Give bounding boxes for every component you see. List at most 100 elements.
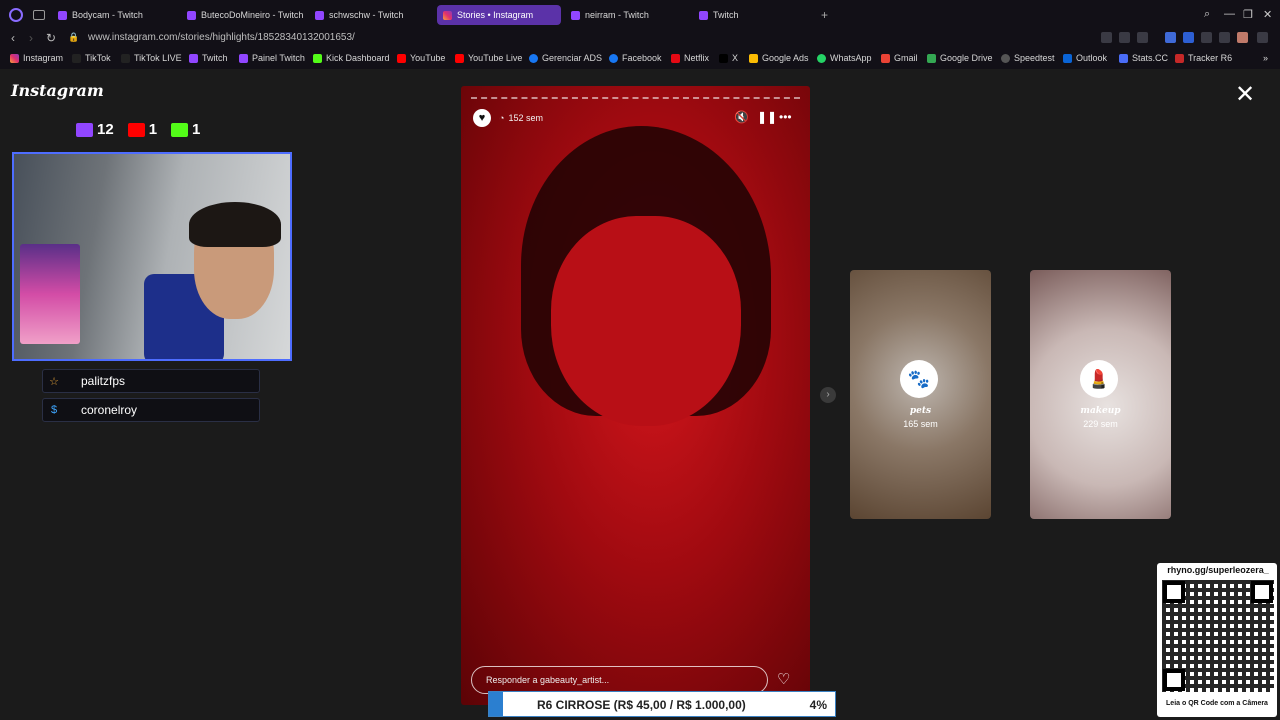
tab-bodycam[interactable]: Bodycam - Twitch — [52, 5, 178, 25]
url-field[interactable]: www.instagram.com/stories/highlights/185… — [88, 32, 355, 43]
bookmark-kick-dashboard[interactable]: Kick Dashboard — [313, 53, 390, 63]
story-avatar-icon[interactable]: ♥ — [473, 109, 491, 127]
paw-icon: 🐾 — [900, 360, 938, 398]
bookmarks-overflow-icon[interactable]: » — [1263, 53, 1268, 63]
pause-icon[interactable]: ❚❚ — [757, 110, 777, 124]
qr-finder-pattern — [1163, 669, 1185, 691]
bookmark-gerenciar-ads[interactable]: Gerenciar ADS — [529, 53, 602, 63]
bookmark-twitch[interactable]: Twitch — [189, 53, 228, 63]
twitch-icon — [315, 10, 324, 20]
menu-icon[interactable] — [1257, 32, 1268, 43]
extension-icon[interactable] — [1201, 32, 1212, 43]
goal-label: R6 CIRROSE (R$ 45,00 / R$ 1.000,00) — [537, 698, 746, 712]
qr-finder-pattern — [1251, 581, 1273, 603]
story-subject-face — [551, 216, 741, 426]
minimize-icon[interactable]: — — [1224, 8, 1235, 20]
donation-goal-bar: R6 CIRROSE (R$ 45,00 / R$ 1.000,00) 4% — [488, 691, 836, 717]
bookmark-tiktok-live[interactable]: TikTok LIVE — [121, 53, 182, 63]
badge-icon: $ — [50, 404, 58, 416]
highlight-makeup[interactable]: 💄 makeup 229 sem — [1030, 270, 1171, 519]
workspaces-icon[interactable] — [33, 9, 45, 20]
bookmark-youtube-live[interactable]: YouTube Live — [455, 53, 522, 63]
opera-logo-icon[interactable] — [9, 7, 23, 22]
close-window-icon[interactable]: ✕ — [1263, 8, 1272, 21]
profile-avatar-icon[interactable] — [1237, 32, 1248, 43]
story-viewer[interactable]: ♥ ◔ 152 sem 🔇 ❚❚ ••• Responder a gabeauty… — [461, 86, 810, 705]
google-ads-icon — [749, 53, 758, 63]
goal-percent: 4% — [809, 698, 827, 712]
mute-icon[interactable]: 🔇 — [734, 110, 749, 124]
speedtest-icon — [1001, 53, 1010, 63]
bookmark-whatsapp[interactable]: WhatsApp — [817, 53, 872, 63]
webcam-background-pc — [20, 244, 80, 344]
highlight-pets[interactable]: 🐾 pets 165 sem — [850, 270, 991, 519]
heart-icon[interactable] — [1137, 32, 1148, 43]
story-meta: ◔ 152 sem — [499, 113, 543, 123]
maximize-icon[interactable]: ❐ — [1243, 8, 1253, 21]
bookmark-google-drive[interactable]: Google Drive — [927, 53, 993, 63]
goal-progress-fill — [489, 692, 503, 716]
search-tabs-icon[interactable]: ⌕ — [1204, 8, 1210, 21]
tab-neirram[interactable]: neirram - Twitch — [565, 5, 691, 25]
chatter-row: ☆ palitzfps — [42, 369, 260, 393]
twitch-viewer-count: 12 — [76, 121, 114, 138]
twitch-icon — [76, 122, 93, 137]
google-drive-icon — [927, 53, 936, 63]
tab-twitch[interactable]: Twitch — [693, 5, 819, 25]
lock-icon[interactable]: 🔒 — [68, 32, 79, 43]
next-story-chevron-icon[interactable]: › — [820, 387, 836, 403]
twitch-icon — [571, 10, 580, 20]
bookmark-gmail[interactable]: Gmail — [881, 53, 918, 63]
twitch-icon — [58, 10, 67, 20]
tab-strip: Bodycam - Twitch ButecoDoMineiro - Twitc… — [0, 0, 1280, 29]
stats-icon — [1119, 53, 1128, 63]
tab-butecodomineiro[interactable]: ButecoDoMineiro - Twitch — [181, 5, 307, 25]
tracker-icon — [1175, 53, 1184, 63]
whatsapp-icon — [817, 53, 826, 63]
youtube-viewer-count: 1 — [127, 121, 157, 138]
bookmark-tiktok[interactable]: TikTok — [72, 53, 111, 63]
star-icon: ☆ — [49, 375, 59, 388]
bookmark-stats-cc[interactable]: Stats.CC — [1119, 53, 1168, 63]
new-tab-plus-icon[interactable]: + — [821, 8, 828, 22]
forward-icon[interactable]: › — [29, 31, 33, 45]
bookmark-youtube[interactable]: YouTube — [397, 53, 445, 63]
extension-icon[interactable] — [1183, 32, 1194, 43]
youtube-icon — [397, 53, 406, 63]
youtube-icon — [455, 53, 464, 63]
address-bar: ‹ › ↻ 🔒 www.instagram.com/stories/highli… — [0, 29, 1280, 49]
bookmark-instagram[interactable]: Instagram — [10, 53, 63, 63]
extension-icon[interactable] — [1165, 32, 1176, 43]
shield-icon[interactable] — [1119, 32, 1130, 43]
qr-finder-pattern — [1163, 581, 1185, 603]
reload-icon[interactable]: ↻ — [46, 31, 56, 45]
lipstick-icon: 💄 — [1080, 360, 1118, 398]
tiktok-icon — [72, 53, 81, 63]
webcam-streamer-hair — [189, 202, 281, 247]
kick-viewer-count: 1 — [171, 121, 200, 138]
bookmark-facebook[interactable]: Facebook — [609, 53, 662, 63]
close-stories-icon[interactable]: ✕ — [1235, 83, 1255, 107]
meta-icon — [529, 53, 538, 63]
instagram-icon — [10, 53, 19, 63]
extension-icon[interactable] — [1219, 32, 1230, 43]
snapshot-icon[interactable] — [1101, 32, 1112, 43]
highlight-age: 165 sem — [903, 419, 938, 429]
bookmark-outlook[interactable]: Outlook — [1063, 53, 1107, 63]
webcam-overlay — [12, 152, 292, 361]
back-icon[interactable]: ‹ — [11, 31, 15, 45]
bookmark-netflix[interactable]: Netflix — [671, 53, 709, 63]
like-heart-icon[interactable]: ♡ — [777, 670, 790, 688]
bookmark-painel-twitch[interactable]: Painel Twitch — [239, 53, 305, 63]
twitch-icon — [187, 10, 196, 20]
tab-instagram-stories[interactable]: Stories • Instagram — [437, 5, 561, 25]
more-options-icon[interactable]: ••• — [779, 110, 792, 124]
instagram-logo[interactable]: Instagram — [11, 81, 104, 100]
bookmark-google-ads[interactable]: Google Ads — [749, 53, 809, 63]
bookmark-x[interactable]: X — [719, 53, 738, 63]
tab-schwschw[interactable]: schwschw - Twitch — [309, 5, 435, 25]
bookmark-speedtest[interactable]: Speedtest — [1001, 53, 1055, 63]
bookmark-tracker-r6[interactable]: Tracker R6 — [1175, 53, 1232, 63]
reply-input[interactable]: Responder a gabeauty_artist... — [471, 666, 768, 694]
bookmarks-bar: Instagram TikTok TikTok LIVE Twitch Pain… — [0, 49, 1280, 69]
